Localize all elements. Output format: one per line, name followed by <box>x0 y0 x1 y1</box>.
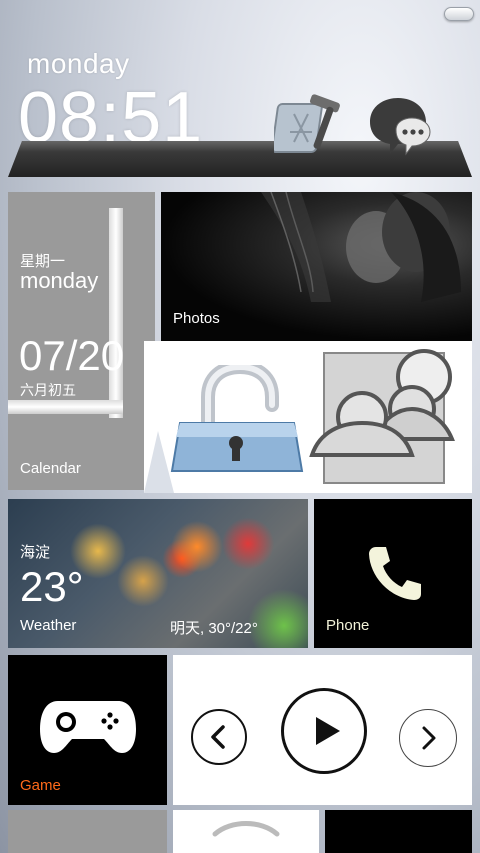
lock-contacts-tile[interactable] <box>144 341 472 493</box>
calendar-weekday-en: monday <box>20 268 99 293</box>
weather-label: Weather <box>20 617 77 634</box>
game-tile[interactable]: Game <box>8 655 167 805</box>
calendar-decor-bar <box>109 208 123 418</box>
xcode-icon[interactable] <box>274 92 354 158</box>
status-pill <box>444 7 474 21</box>
weather-temp: 23° <box>20 563 84 610</box>
calendar-date: 07/20 <box>19 332 125 379</box>
bottom-tile-left[interactable] <box>8 810 167 853</box>
photos-tile[interactable]: Photos <box>161 192 472 341</box>
bottom-tile-middle[interactable] <box>173 810 319 853</box>
play-icon <box>316 717 340 745</box>
messages-icon[interactable] <box>366 94 436 158</box>
calendar-label: Calendar <box>20 460 81 477</box>
chevron-left-icon <box>211 725 225 749</box>
chevron-right-icon <box>422 726 436 750</box>
unlock-icon <box>170 365 304 472</box>
prev-button[interactable] <box>191 709 247 765</box>
game-label: Game <box>20 777 61 794</box>
weather-tile[interactable]: 海淀 23° Weather 明天, 30°/22° <box>8 499 308 648</box>
swipe-handle-icon <box>212 821 280 837</box>
weather-city: 海淀 <box>20 544 51 561</box>
phone-label: Phone <box>326 617 370 634</box>
phone-icon <box>369 547 421 600</box>
play-button[interactable] <box>281 688 367 774</box>
photos-label: Photos <box>173 310 220 327</box>
calendar-lunar-date: 六月初五 <box>20 382 76 398</box>
contacts-icon <box>309 349 455 484</box>
calendar-tile[interactable]: 星期一 monday 07/20 六月初五 Calendar <box>8 192 155 490</box>
gamepad-icon <box>40 701 136 753</box>
phone-tile[interactable]: Phone <box>314 499 472 648</box>
weather-forecast: 明天, 30°/22° <box>170 620 258 637</box>
clock-day: monday <box>27 48 130 79</box>
calendar-decor-bar <box>8 400 123 414</box>
music-player-tile <box>173 655 472 805</box>
next-button[interactable] <box>399 709 457 767</box>
bottom-tile-right[interactable] <box>325 810 472 853</box>
